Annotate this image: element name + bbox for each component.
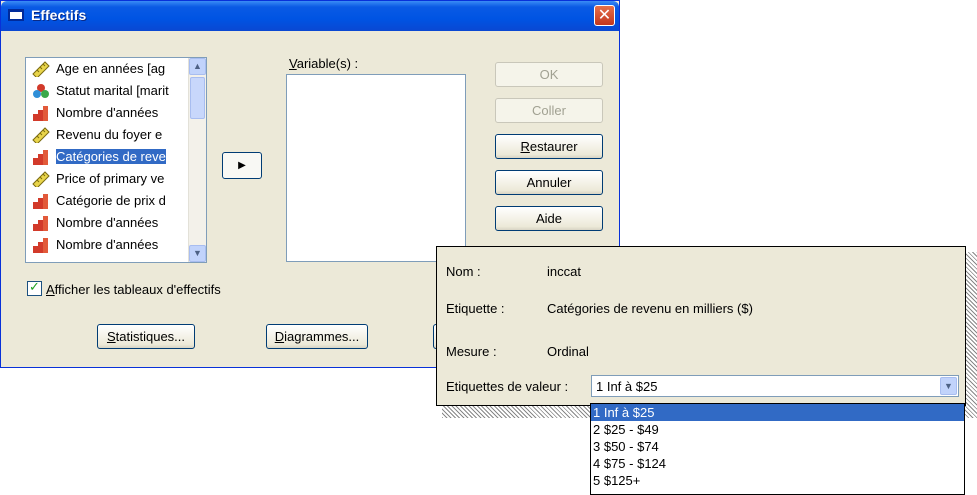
scroll-thumb[interactable] xyxy=(190,77,205,119)
list-item-label: Price of primary ve xyxy=(56,171,165,186)
cancel-button[interactable]: Annuler xyxy=(495,170,603,195)
list-item[interactable]: Age en années [ag xyxy=(26,58,206,80)
ordinal-icon xyxy=(32,149,50,165)
list-item[interactable]: Statut marital [marit xyxy=(26,80,206,102)
value-labels-combo[interactable]: 1 Inf à $25 ▼ xyxy=(591,375,959,397)
paste-button[interactable]: Coller xyxy=(495,98,603,123)
statistics-button[interactable]: Statistiques... xyxy=(97,324,195,349)
list-item[interactable]: Catégories de reve xyxy=(26,146,206,168)
nominal-icon-graphic xyxy=(33,84,49,98)
list-item-label: Catégories de reve xyxy=(56,149,166,164)
checkmark-icon: ✓ xyxy=(29,279,40,294)
scroll-down-button[interactable]: ▼ xyxy=(189,245,206,262)
value-labels-dropdown[interactable]: 1 Inf à $25 2 $25 - $49 3 $50 - $74 4 $75 -… xyxy=(590,403,965,495)
measure-value: Ordinal xyxy=(547,344,589,359)
list-item[interactable]: Nombre d'années xyxy=(26,234,206,256)
list-item-label: Revenu du foyer e xyxy=(56,127,163,142)
list-item-label: Nombre d'années xyxy=(56,105,159,120)
chevron-down-icon[interactable]: ▼ xyxy=(940,377,957,395)
dropdown-option[interactable]: 3 $50 - $74 xyxy=(591,438,964,455)
dropdown-option[interactable]: 1 Inf à $25 xyxy=(591,404,964,421)
ordinal-icon-graphic xyxy=(33,216,48,231)
title-bar[interactable]: Effectifs ✕ xyxy=(1,1,619,31)
list-item[interactable]: Catégorie de prix d xyxy=(26,190,206,212)
ok-button[interactable]: OK xyxy=(495,62,603,87)
ordinal-icon-graphic xyxy=(33,194,48,209)
label-key: Etiquette : xyxy=(446,301,505,316)
ruler-icon xyxy=(32,61,50,79)
list-item-label: Catégorie de prix d xyxy=(56,193,166,208)
list-item[interactable]: Revenu du foyer e xyxy=(26,124,206,146)
ruler-icon xyxy=(32,127,50,145)
variables-label: Variable(s) : xyxy=(289,56,359,71)
ordinal-icon xyxy=(32,215,50,231)
list-item[interactable]: Nombre d'années xyxy=(26,212,206,234)
window-title: Effectifs xyxy=(31,7,87,23)
ruler-icon-graphic xyxy=(32,61,50,79)
checkbox-box[interactable]: ✓ xyxy=(27,279,42,296)
list-item[interactable]: Nombre d'années xyxy=(26,102,206,124)
move-variable-button[interactable]: ▶ xyxy=(222,152,262,179)
ruler-icon-graphic xyxy=(32,171,50,189)
name-key: Nom : xyxy=(446,264,481,279)
list-item-label: Age en années [ag xyxy=(56,61,166,76)
ruler-icon-graphic xyxy=(32,127,50,145)
list-item[interactable]: Price of primary ve xyxy=(26,168,206,190)
dropdown-option[interactable]: 5 $125+ xyxy=(591,472,964,489)
close-button[interactable]: ✕ xyxy=(594,5,615,26)
value-labels-selected: 1 Inf à $25 xyxy=(596,379,658,394)
dropdown-option[interactable]: 4 $75 - $124 xyxy=(591,455,964,472)
dropdown-option[interactable]: 2 $25 - $49 xyxy=(591,421,964,438)
list-item-label: Statut marital [marit xyxy=(56,83,169,98)
ordinal-icon xyxy=(32,237,50,253)
ordinal-icon-graphic xyxy=(33,150,48,165)
ordinal-icon xyxy=(32,105,50,121)
reset-button[interactable]: Restaurer xyxy=(495,134,603,159)
label-value: Catégories de revenu en milliers ($) xyxy=(547,301,753,316)
source-variable-list[interactable]: Age en années [ag Statut marital [marit No… xyxy=(25,57,207,263)
show-frequency-tables-checkbox[interactable]: ✓ Afficher les tableaux d'effectifs xyxy=(27,279,221,297)
nominal-icon xyxy=(32,83,50,99)
target-variable-list[interactable] xyxy=(286,74,466,262)
ordinal-icon-graphic xyxy=(33,106,48,121)
window-icon xyxy=(8,9,24,21)
variable-info-popup: Nom : inccat Etiquette : Catégories de r… xyxy=(436,246,966,406)
name-value: inccat xyxy=(547,264,581,279)
list-item-label: Nombre d'années xyxy=(56,215,159,230)
value-labels-key: Etiquettes de valeur : xyxy=(446,379,569,394)
list-item-label: Nombre d'années xyxy=(56,237,159,252)
scroll-up-button[interactable]: ▲ xyxy=(189,58,206,75)
measure-key: Mesure : xyxy=(446,344,497,359)
list-scrollbar[interactable]: ▲ ▼ xyxy=(188,58,206,262)
ordinal-icon xyxy=(32,193,50,209)
help-button[interactable]: Aide xyxy=(495,206,603,231)
ordinal-icon-graphic xyxy=(33,238,48,253)
charts-button[interactable]: Diagrammes... xyxy=(266,324,368,349)
ruler-icon xyxy=(32,171,50,189)
